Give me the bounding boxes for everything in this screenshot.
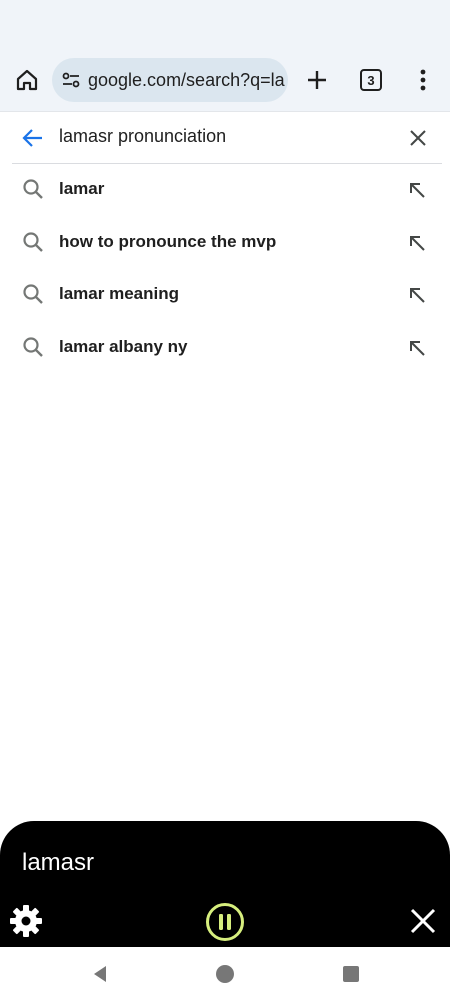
gear-icon[interactable] <box>8 903 44 939</box>
tab-count-icon: 3 <box>360 69 382 91</box>
system-nav-bar <box>0 947 450 1000</box>
new-tab-button[interactable] <box>301 63 333 97</box>
search-icon <box>23 231 43 252</box>
current-word: lamasr <box>22 849 95 876</box>
suggestion-text: lamar meaning <box>59 284 179 304</box>
back-button[interactable] <box>18 124 48 152</box>
browser-toolbar: google.com/search?q=la 3 <box>0 50 450 112</box>
close-icon <box>410 130 426 146</box>
suggestion-item[interactable]: lamar albany ny <box>0 322 450 375</box>
url-text: google.com/search?q=la <box>88 69 285 90</box>
search-edit-row: lamasr pronunciation <box>0 112 450 164</box>
nav-recents-icon[interactable] <box>340 963 362 985</box>
suggestion-text: lamar <box>59 179 105 198</box>
clear-button[interactable] <box>403 124 433 152</box>
address-bar[interactable]: google.com/search?q=la <box>52 58 288 102</box>
screen: google.com/search?q=la 3 lamasr pronunci… <box>0 0 450 1000</box>
tab-count: 3 <box>367 72 375 88</box>
suggestion-item[interactable]: how to pronounce the mvp <box>0 217 450 270</box>
tune-icon[interactable] <box>60 69 82 91</box>
nav-home-icon[interactable] <box>214 963 236 985</box>
menu-button[interactable] <box>410 63 436 97</box>
status-bar <box>0 0 450 50</box>
arrow-back-icon <box>22 129 42 147</box>
arrow-up-left-icon[interactable] <box>405 283 429 307</box>
pause-icon[interactable] <box>205 902 245 942</box>
search-icon <box>23 337 43 357</box>
suggestion-text: lamar albany ny <box>59 336 188 356</box>
search-input[interactable]: lamasr pronunciation <box>59 126 226 147</box>
arrow-up-left-icon[interactable] <box>405 231 429 255</box>
read-aloud-panel: lamasr <box>0 821 450 947</box>
more-vert-icon <box>420 69 426 91</box>
suggestion-list: lamar how to pronounce the mvp lamar mea <box>0 164 450 374</box>
tab-switcher-button[interactable]: 3 <box>356 64 386 96</box>
nav-back-icon[interactable] <box>89 963 111 985</box>
suggestion-text: how to pronounce the mvp <box>59 231 277 251</box>
search-icon <box>23 284 43 305</box>
close-icon[interactable] <box>408 906 438 936</box>
arrow-up-left-icon[interactable] <box>405 336 429 360</box>
search-icon <box>23 179 43 199</box>
suggestion-item[interactable]: lamar <box>0 164 450 217</box>
plus-icon <box>308 71 326 89</box>
home-button[interactable] <box>10 63 44 97</box>
home-icon <box>16 69 38 91</box>
suggestion-item[interactable]: lamar meaning <box>0 269 450 322</box>
arrow-up-left-icon[interactable] <box>405 178 429 202</box>
